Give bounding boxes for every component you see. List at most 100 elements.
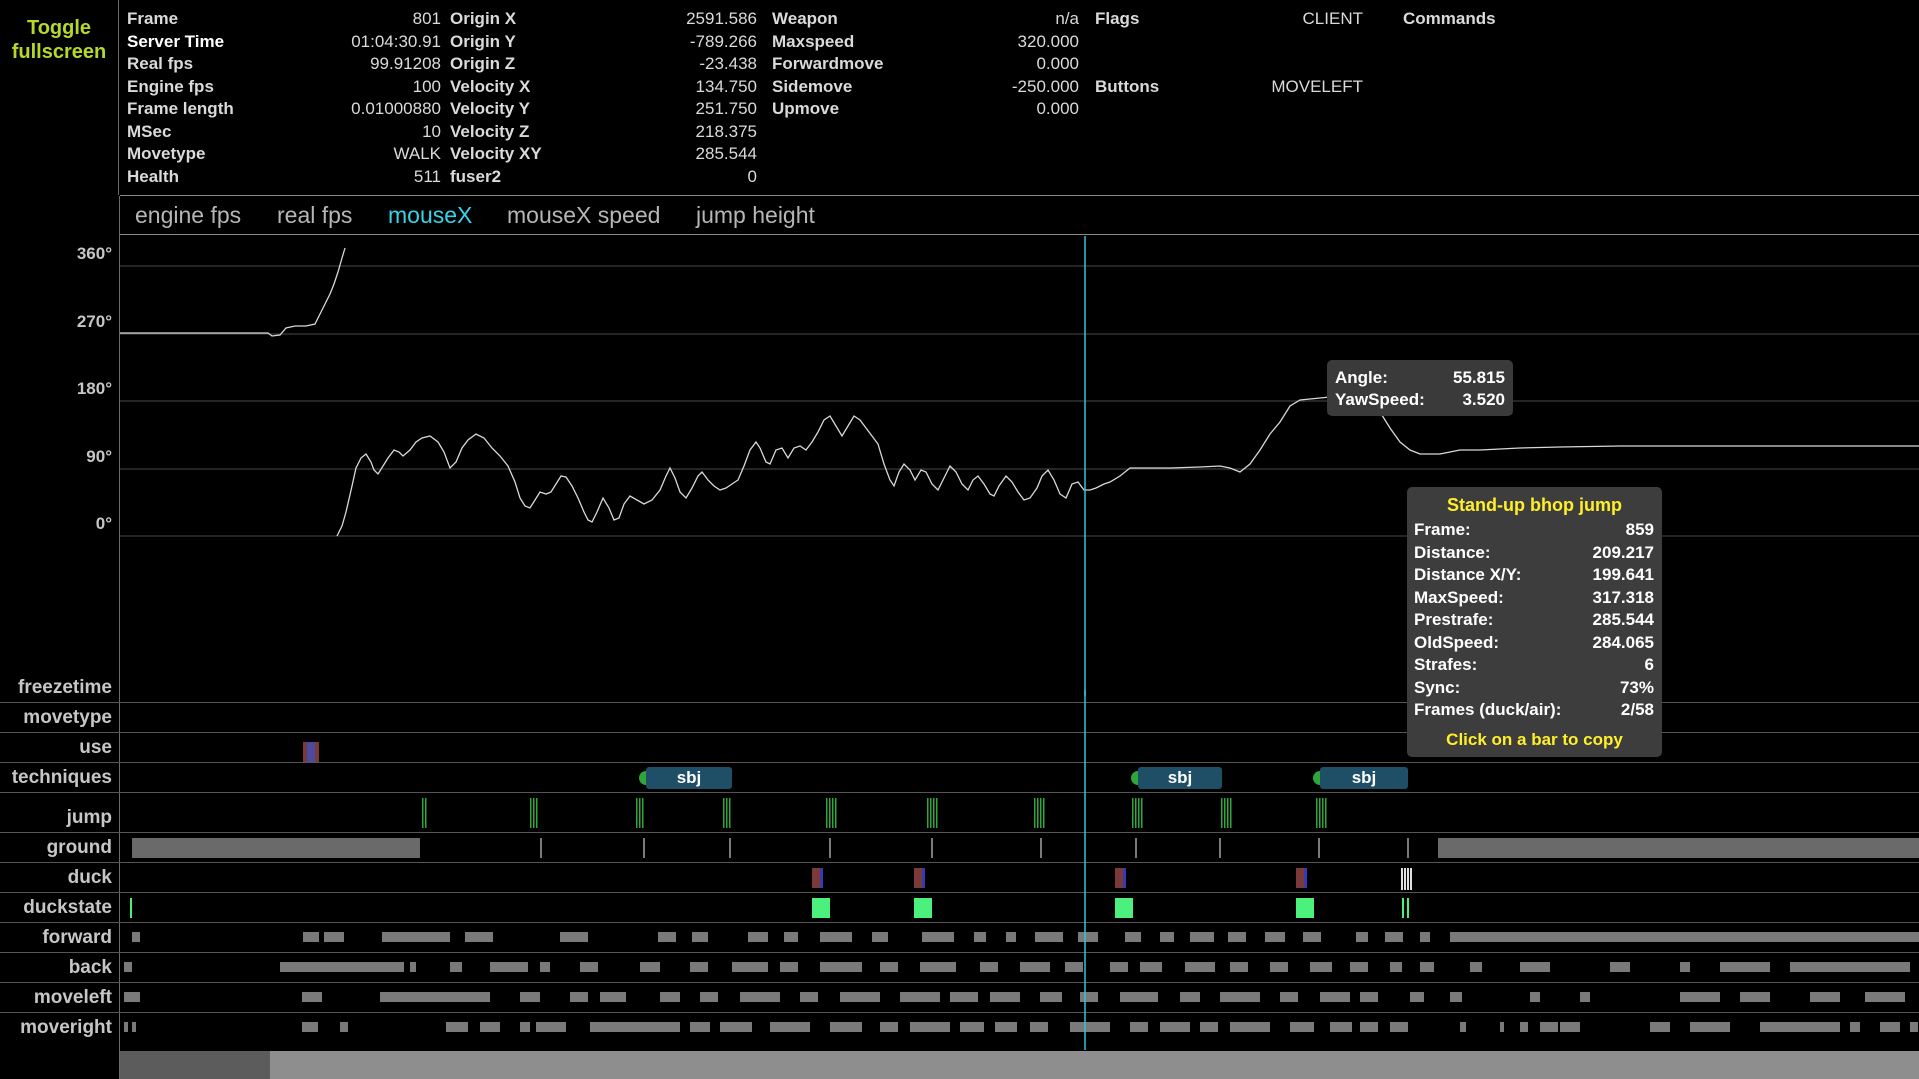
duckstate-mark[interactable] [1115, 898, 1133, 918]
key-bar[interactable] [872, 932, 888, 942]
key-bar[interactable] [1390, 1022, 1408, 1032]
key-bar[interactable] [1120, 992, 1158, 1002]
key-bar[interactable] [465, 932, 493, 942]
key-bar[interactable] [1320, 992, 1350, 1002]
key-bar[interactable] [1230, 1022, 1270, 1032]
key-bar[interactable] [1035, 932, 1063, 942]
duckstate-mark[interactable] [130, 898, 132, 918]
key-bar[interactable] [1310, 962, 1332, 972]
key-bar[interactable] [1450, 932, 1919, 942]
jump-stats-tooltip[interactable]: Stand-up bhop jump Frame: 859 Distance: 209… [1407, 487, 1662, 757]
key-bar[interactable] [1520, 962, 1550, 972]
key-bar[interactable] [536, 1022, 566, 1032]
key-bar[interactable] [658, 932, 676, 942]
key-bar[interactable] [1360, 992, 1378, 1002]
tab-mouseX[interactable]: mouseX [388, 202, 472, 229]
key-bar[interactable] [124, 962, 132, 972]
key-bar[interactable] [1880, 1022, 1900, 1032]
key-bar[interactable] [1470, 962, 1482, 972]
key-bar[interactable] [610, 1022, 680, 1032]
duck-mark[interactable] [1410, 868, 1412, 890]
jump-tick[interactable] [1325, 798, 1327, 828]
key-bar[interactable] [446, 1022, 468, 1032]
key-bar[interactable] [324, 932, 344, 942]
technique-sbj-bar[interactable]: sbj [1320, 767, 1408, 789]
key-bar[interactable] [820, 962, 862, 972]
key-bar[interactable] [1690, 1022, 1730, 1032]
key-bar[interactable] [1280, 992, 1298, 1002]
key-bar[interactable] [1040, 992, 1062, 1002]
key-bar[interactable] [995, 1022, 1017, 1032]
ground-tick[interactable] [1318, 838, 1320, 858]
key-bar[interactable] [1580, 992, 1590, 1002]
key-bar[interactable] [660, 992, 680, 1002]
key-bar[interactable] [1520, 1022, 1528, 1032]
ground-tick[interactable] [931, 838, 933, 858]
key-bar[interactable] [960, 1022, 984, 1032]
ground-tick[interactable] [1040, 838, 1042, 858]
key-bar[interactable] [800, 992, 818, 1002]
key-bar[interactable] [1160, 1022, 1190, 1032]
key-bar[interactable] [132, 932, 140, 942]
jump-tick[interactable] [1037, 798, 1039, 828]
ground-tick[interactable] [1135, 838, 1137, 858]
key-bar[interactable] [124, 1022, 128, 1032]
ground-bar[interactable] [1438, 838, 1919, 858]
key-bar[interactable] [1760, 1022, 1840, 1032]
key-bar[interactable] [922, 932, 954, 942]
jump-tick[interactable] [1043, 798, 1045, 828]
jump-tick[interactable] [530, 798, 532, 828]
key-bar[interactable] [1078, 932, 1098, 942]
key-bar[interactable] [1230, 962, 1248, 972]
jump-tick[interactable] [1040, 798, 1042, 828]
key-bar[interactable] [900, 992, 940, 1002]
key-bar[interactable] [1125, 932, 1141, 942]
jump-tick[interactable] [1319, 798, 1321, 828]
key-bar[interactable] [600, 992, 626, 1002]
key-bar[interactable] [590, 1022, 610, 1032]
jump-tick[interactable] [936, 798, 938, 828]
key-bar[interactable] [830, 1022, 862, 1032]
key-bar[interactable] [520, 992, 540, 1002]
key-bar[interactable] [700, 992, 718, 1002]
jump-tick[interactable] [829, 798, 831, 828]
key-bar[interactable] [770, 1022, 810, 1032]
key-bar[interactable] [1130, 1022, 1148, 1032]
key-bar[interactable] [1330, 1022, 1352, 1032]
key-bar[interactable] [340, 1022, 348, 1032]
key-bar[interactable] [1290, 1022, 1314, 1032]
key-bar[interactable] [570, 992, 588, 1002]
tab-mouseX-speed[interactable]: mouseX speed [507, 202, 660, 229]
timeline-scrollbar[interactable] [120, 1051, 1919, 1079]
jump-tick[interactable] [536, 798, 538, 828]
key-bar[interactable] [1560, 1022, 1580, 1032]
key-bar[interactable] [1850, 1022, 1860, 1032]
key-bar[interactable] [580, 962, 598, 972]
key-bar[interactable] [640, 962, 660, 972]
duck-mark[interactable] [1123, 868, 1126, 888]
key-bar[interactable] [1190, 932, 1214, 942]
key-bar[interactable] [748, 932, 768, 942]
duck-mark[interactable] [1404, 868, 1406, 890]
jump-tick[interactable] [1138, 798, 1140, 828]
jump-tick[interactable] [723, 798, 725, 828]
key-bar[interactable] [880, 1022, 898, 1032]
key-bar[interactable] [1680, 962, 1690, 972]
key-bar[interactable] [480, 1022, 500, 1032]
key-bar[interactable] [1680, 992, 1720, 1002]
key-bar[interactable] [1160, 932, 1174, 942]
duck-mark[interactable] [1407, 868, 1409, 890]
jump-tick[interactable] [1230, 798, 1232, 828]
duck-mark[interactable] [922, 868, 925, 888]
jump-tick[interactable] [1135, 798, 1137, 828]
key-bar[interactable] [740, 992, 780, 1002]
jump-tick[interactable] [826, 798, 828, 828]
key-bar[interactable] [920, 962, 956, 972]
key-bar[interactable] [1450, 992, 1462, 1002]
key-bar[interactable] [1385, 932, 1403, 942]
ground-tick[interactable] [829, 838, 831, 858]
key-bar[interactable] [950, 992, 978, 1002]
key-bar[interactable] [1220, 992, 1260, 1002]
key-bar[interactable] [1720, 962, 1770, 972]
key-bar[interactable] [780, 962, 798, 972]
